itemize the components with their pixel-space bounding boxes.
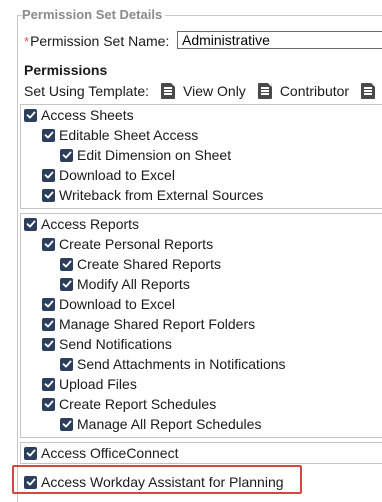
checkmark-icon — [44, 380, 53, 388]
checkbox-label: Editable Sheet Access — [59, 127, 199, 143]
checkmark-icon — [44, 240, 53, 248]
checkbox[interactable] — [42, 237, 55, 251]
permission-download-to-excel-row[interactable]: Download to Excel — [42, 295, 175, 313]
checkbox-label: Download to Excel — [59, 296, 175, 312]
permission-access-sheets-row[interactable]: Access Sheets — [24, 106, 134, 124]
document-icon — [257, 83, 272, 99]
checkmark-icon — [44, 171, 53, 179]
checkmark-icon — [62, 260, 71, 268]
checkbox-label: Writeback from External Sources — [59, 187, 264, 203]
permission-set-name-label: Permission Set Name: — [30, 33, 170, 49]
permission-create-report-schedules-row[interactable]: Create Report Schedules — [42, 395, 216, 413]
checkmark-icon — [62, 151, 71, 159]
checkmark-icon — [44, 400, 53, 408]
checkbox[interactable] — [42, 128, 55, 142]
permission-manage-shared-report-folders-row[interactable]: Manage Shared Report Folders — [42, 315, 255, 333]
checkbox-label: Manage All Report Schedules — [77, 416, 262, 432]
checkmark-icon — [44, 300, 53, 308]
permission-writeback-from-external-sources-row[interactable]: Writeback from External Sources — [42, 186, 263, 204]
checkmark-icon — [62, 360, 71, 368]
checkbox-label: Create Personal Reports — [59, 236, 214, 252]
document-icon — [161, 83, 176, 99]
highlight-box — [12, 465, 302, 494]
checkbox[interactable] — [60, 148, 73, 162]
permission-set-name-input[interactable] — [177, 31, 382, 49]
checkbox-label: Create Shared Reports — [77, 256, 221, 272]
permission-access-reports-row[interactable]: Access Reports — [24, 215, 139, 233]
permission-edit-dimension-on-sheet-row[interactable]: Edit Dimension on Sheet — [60, 146, 231, 164]
checkbox-label: Access Sheets — [41, 107, 134, 123]
template-more-button[interactable] — [361, 83, 382, 99]
checkbox-label: Manage Shared Report Folders — [59, 316, 256, 332]
checkbox[interactable] — [42, 377, 55, 391]
template-view-only-button[interactable]: View Only — [161, 83, 246, 99]
permission-create-shared-reports-row[interactable]: Create Shared Reports — [60, 255, 221, 273]
checkmark-icon — [26, 111, 35, 119]
permission-upload-files-row[interactable]: Upload Files — [42, 375, 137, 393]
fieldset-legend: Permission Set Details — [22, 7, 166, 23]
checkbox-label: Download to Excel — [59, 167, 175, 183]
checkmark-icon — [44, 131, 53, 139]
checkbox[interactable] — [42, 297, 55, 311]
permission-create-personal-reports-row[interactable]: Create Personal Reports — [42, 235, 213, 253]
template-contributor-label: Contributor — [279, 83, 350, 99]
document-icon — [361, 83, 376, 99]
template-view-only-label: View Only — [183, 83, 246, 99]
checkbox[interactable] — [60, 277, 73, 291]
checkbox-label: Send Notifications — [59, 336, 172, 352]
checkbox[interactable] — [24, 108, 37, 122]
permission-manage-all-report-schedules-row[interactable]: Manage All Report Schedules — [60, 415, 261, 433]
checkbox-label: Create Report Schedules — [59, 396, 217, 412]
checkbox-label: Access Reports — [41, 216, 140, 232]
permission-modify-all-reports-row[interactable]: Modify All Reports — [60, 275, 190, 293]
checkmark-icon — [62, 420, 71, 428]
checkmark-icon — [44, 191, 53, 199]
checkbox-label: Access OfficeConnect — [41, 445, 179, 461]
name-label-row: * Permission Set Name: — [24, 31, 169, 51]
template-label: Set Using Template: — [24, 83, 150, 99]
required-marker: * — [24, 33, 30, 49]
checkmark-icon — [62, 280, 71, 288]
checkbox[interactable] — [60, 417, 73, 431]
checkbox[interactable] — [42, 397, 55, 411]
checkmark-icon — [26, 449, 35, 457]
checkbox-label: Send Attachments in Notifications — [77, 356, 286, 372]
checkbox[interactable] — [42, 188, 55, 202]
checkbox[interactable] — [24, 217, 37, 231]
permission-send-notifications-row[interactable]: Send Notifications — [42, 335, 172, 353]
checkmark-icon — [44, 340, 53, 348]
checkbox[interactable] — [42, 337, 55, 351]
checkbox[interactable] — [60, 257, 73, 271]
checkbox[interactable] — [42, 317, 55, 331]
checkmark-icon — [26, 220, 35, 228]
checkbox-label: Modify All Reports — [77, 276, 190, 292]
permissions-heading: Permissions — [24, 62, 108, 78]
checkbox[interactable] — [42, 168, 55, 182]
permission-editable-sheet-access-row[interactable]: Editable Sheet Access — [42, 126, 198, 144]
checkbox-label: Edit Dimension on Sheet — [77, 147, 232, 163]
checkbox[interactable] — [24, 446, 37, 460]
permission-download-to-excel-row[interactable]: Download to Excel — [42, 166, 175, 184]
permission-access-officeconnect-row[interactable]: Access OfficeConnect — [24, 444, 178, 462]
checkmark-icon — [44, 320, 53, 328]
template-row: Set Using Template: View Only Contributo… — [24, 82, 382, 100]
checkbox[interactable] — [60, 357, 73, 371]
template-contributor-button[interactable]: Contributor — [257, 83, 350, 99]
permission-send-attachments-in-notifications-row[interactable]: Send Attachments in Notifications — [60, 355, 286, 373]
checkbox-label: Upload Files — [59, 376, 137, 392]
